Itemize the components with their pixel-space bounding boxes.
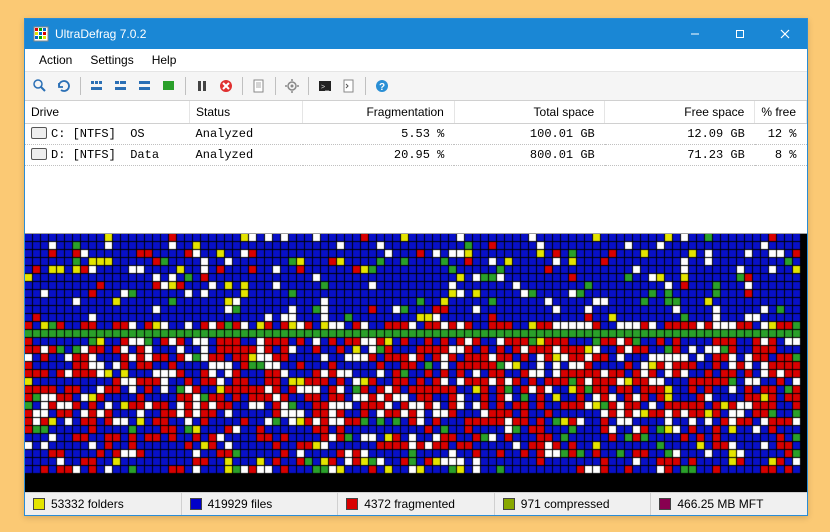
- col-drive[interactable]: Drive: [25, 101, 190, 124]
- minimize-button[interactable]: [672, 19, 717, 49]
- status-fragmented-label: 4372 fragmented: [364, 497, 455, 511]
- swatch-compressed-icon: [503, 498, 515, 510]
- menu-settings[interactable]: Settings: [82, 51, 141, 69]
- col-pctfree[interactable]: % free: [755, 101, 807, 124]
- status-folders-label: 53332 folders: [51, 497, 124, 511]
- drive-total: 800.01 GB: [454, 145, 604, 166]
- statusbar: 53332 folders 419929 files 4372 fragment…: [25, 492, 807, 515]
- status-mft: 466.25 MB MFT: [651, 493, 807, 515]
- toolbar: >_ ?: [25, 72, 807, 101]
- titlebar[interactable]: UltraDefrag 7.0.2: [25, 19, 807, 49]
- status-files-label: 419929 files: [208, 497, 273, 511]
- swatch-mft-icon: [659, 498, 671, 510]
- repeat-button[interactable]: [53, 75, 75, 97]
- col-total[interactable]: Total space: [454, 101, 604, 124]
- drive-icon: [31, 148, 47, 160]
- col-status[interactable]: Status: [190, 101, 303, 124]
- col-fragmentation[interactable]: Fragmentation: [303, 101, 455, 124]
- drive-status: Analyzed: [190, 124, 303, 145]
- close-button[interactable]: [762, 19, 807, 49]
- drive-list[interactable]: Drive Status Fragmentation Total space F…: [25, 101, 807, 234]
- defrag-button[interactable]: [86, 75, 108, 97]
- settings-button[interactable]: [281, 75, 303, 97]
- cluster-map: [25, 234, 807, 492]
- drive-total: 100.01 GB: [454, 124, 604, 145]
- separator: [185, 77, 186, 95]
- status-folders: 53332 folders: [25, 493, 182, 515]
- app-icon: [33, 26, 49, 42]
- swatch-folders-icon: [33, 498, 45, 510]
- drive-icon: [31, 127, 47, 139]
- status-mft-label: 466.25 MB MFT: [677, 497, 763, 511]
- swatch-files-icon: [190, 498, 202, 510]
- stop-button[interactable]: [215, 75, 237, 97]
- drive-name: D: [NTFS] Data: [51, 148, 159, 162]
- quick-optimize-button[interactable]: [110, 75, 132, 97]
- separator: [308, 77, 309, 95]
- drive-name: C: [NTFS] OS: [51, 127, 145, 141]
- col-free[interactable]: Free space: [605, 101, 755, 124]
- drive-free: 12.09 GB: [605, 124, 755, 145]
- separator: [242, 77, 243, 95]
- status-compressed: 971 compressed: [495, 493, 652, 515]
- drive-pctfree: 12 %: [755, 124, 807, 145]
- svg-text:?: ?: [379, 82, 385, 93]
- svg-text:>_: >_: [321, 84, 329, 91]
- mft-optimize-button[interactable]: [158, 75, 180, 97]
- drive-frag: 5.53 %: [303, 124, 455, 145]
- drive-free: 71.23 GB: [605, 145, 755, 166]
- swatch-fragmented-icon: [346, 498, 358, 510]
- terminal-button[interactable]: >_: [314, 75, 336, 97]
- column-headers[interactable]: Drive Status Fragmentation Total space F…: [25, 101, 807, 124]
- drive-pctfree: 8 %: [755, 145, 807, 166]
- status-compressed-label: 971 compressed: [521, 497, 610, 511]
- maximize-button[interactable]: [717, 19, 762, 49]
- full-optimize-button[interactable]: [134, 75, 156, 97]
- menu-help[interactable]: Help: [144, 51, 185, 69]
- app-window: UltraDefrag 7.0.2 Action Settings Help >…: [24, 18, 808, 516]
- status-files: 419929 files: [182, 493, 339, 515]
- help-button[interactable]: ?: [371, 75, 393, 97]
- drive-row[interactable]: D: [NTFS] Data Analyzed 20.95 % 800.01 G…: [25, 145, 807, 166]
- menu-action[interactable]: Action: [31, 51, 80, 69]
- status-fragmented: 4372 fragmented: [338, 493, 495, 515]
- pause-button[interactable]: [191, 75, 213, 97]
- report-button[interactable]: [248, 75, 270, 97]
- drive-frag: 20.95 %: [303, 145, 455, 166]
- window-title: UltraDefrag 7.0.2: [55, 27, 672, 41]
- separator: [365, 77, 366, 95]
- separator: [80, 77, 81, 95]
- analyze-button[interactable]: [29, 75, 51, 97]
- drive-status: Analyzed: [190, 145, 303, 166]
- script-button[interactable]: [338, 75, 360, 97]
- separator: [275, 77, 276, 95]
- drive-row[interactable]: C: [NTFS] OS Analyzed 5.53 % 100.01 GB 1…: [25, 124, 807, 145]
- menubar: Action Settings Help: [25, 49, 807, 72]
